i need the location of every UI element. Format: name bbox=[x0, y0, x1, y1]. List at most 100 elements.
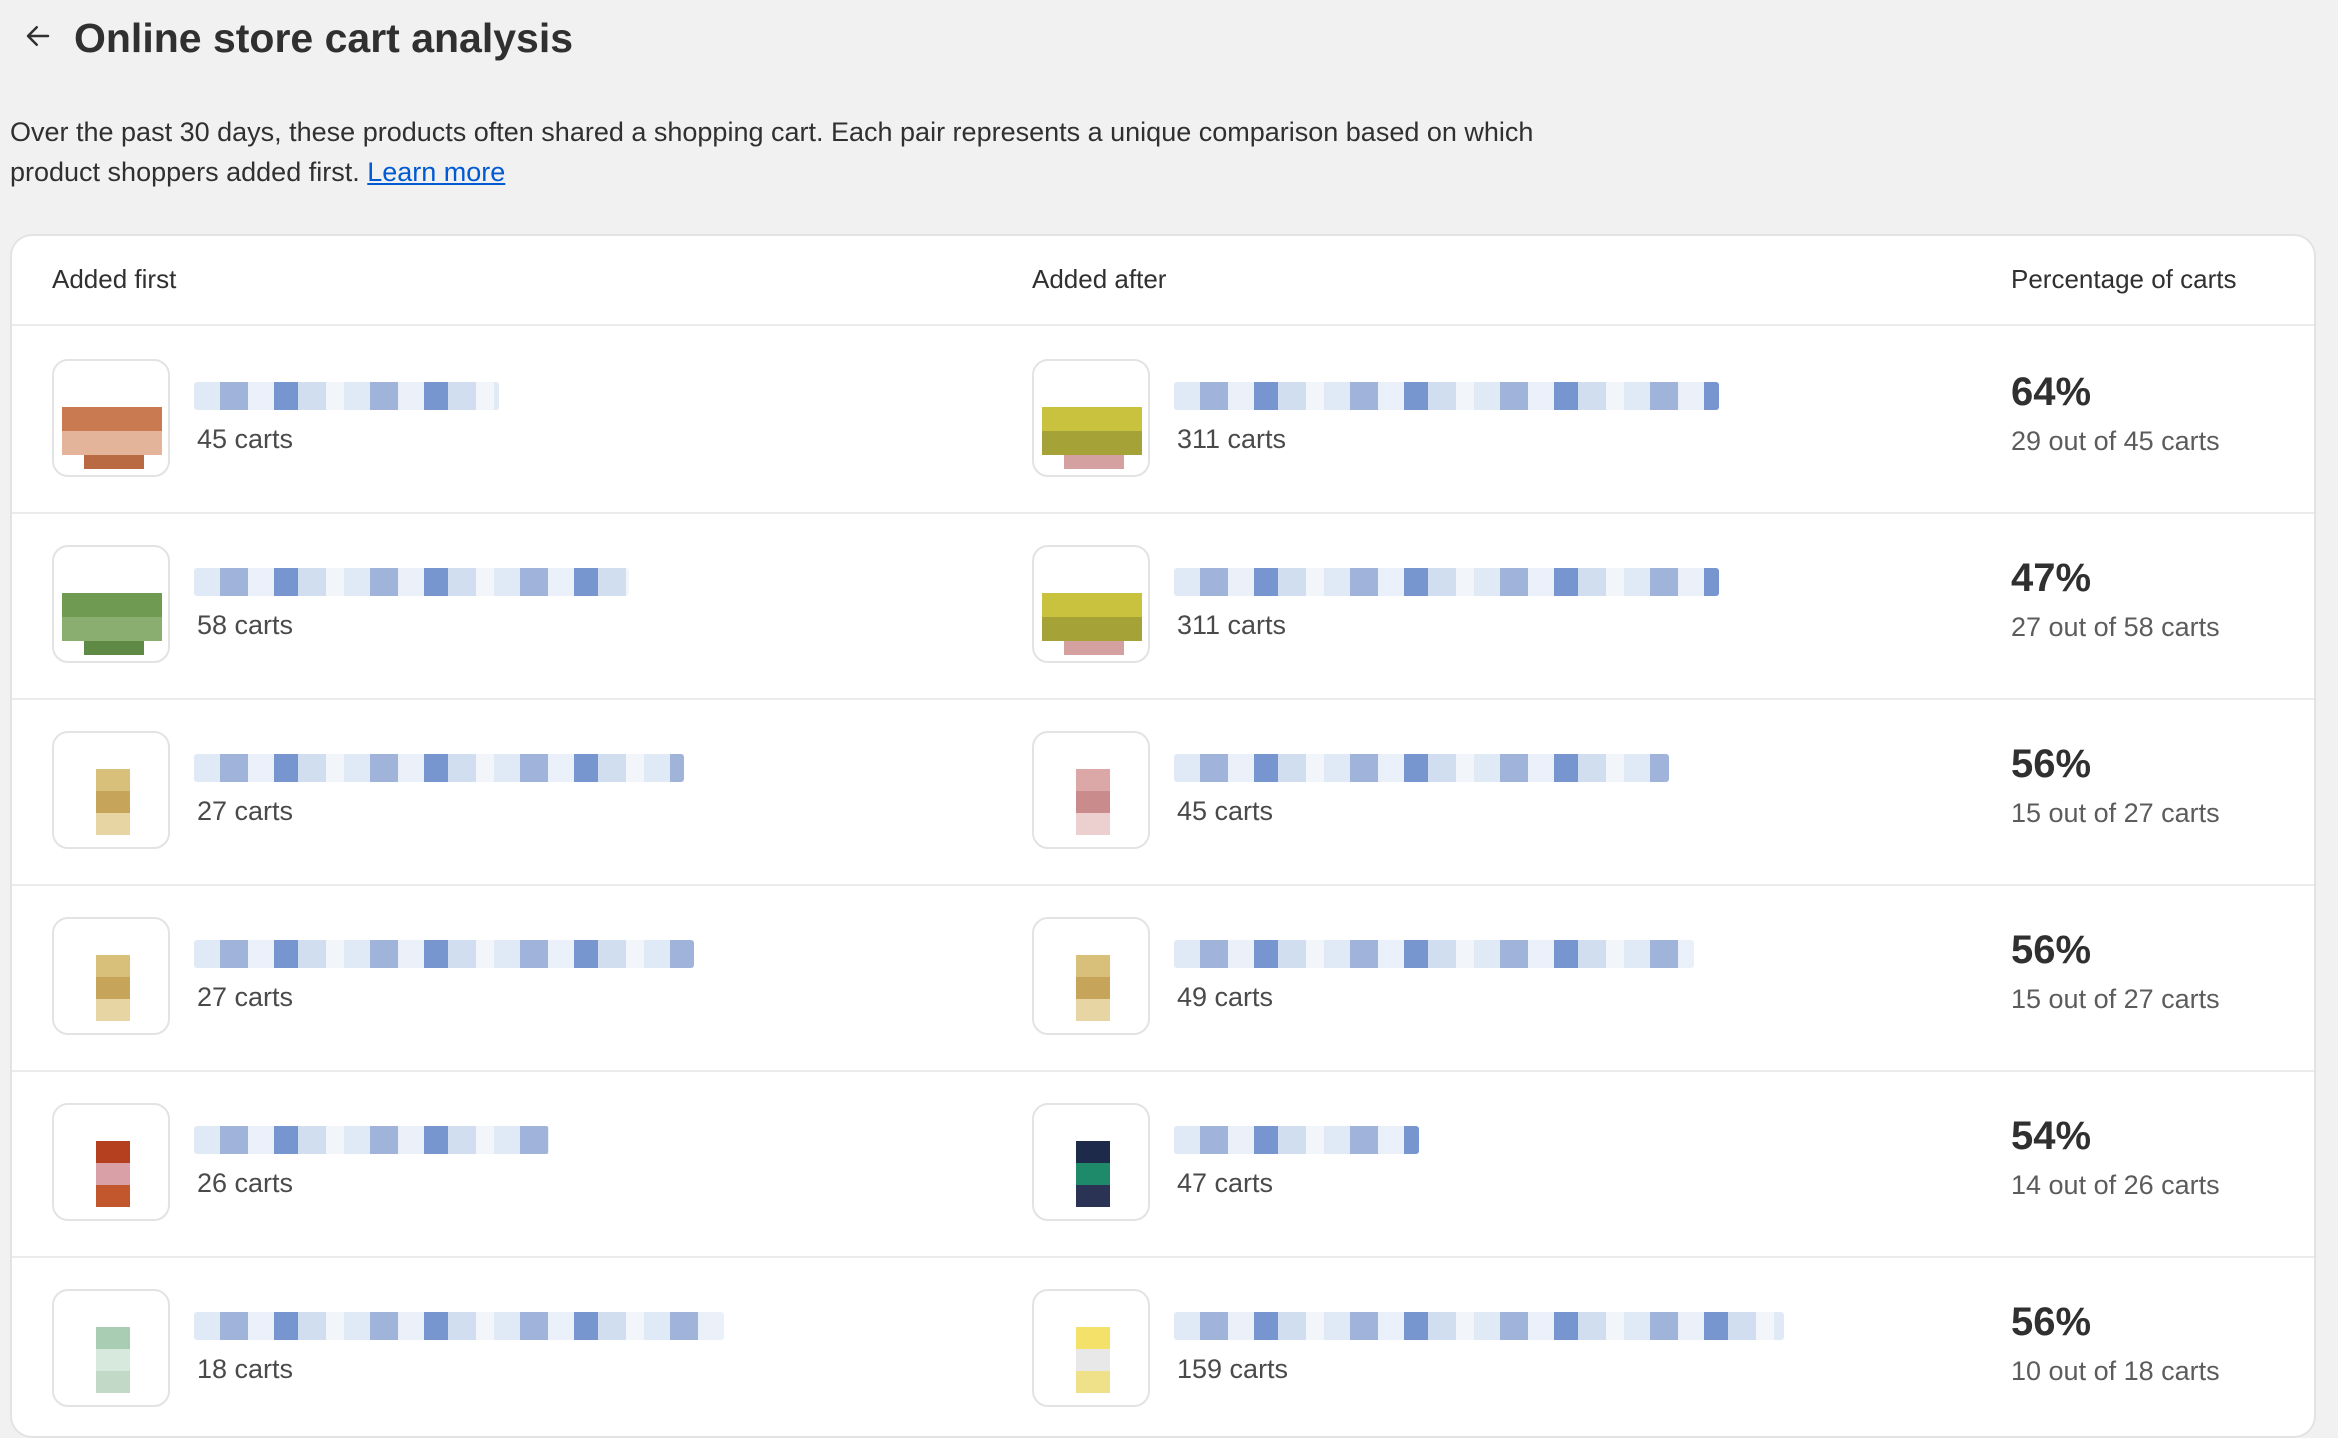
table-header: Added first Added after Percentage of ca… bbox=[12, 236, 2314, 326]
first-cart-count: 26 carts bbox=[197, 1168, 294, 1198]
first-product-image bbox=[52, 359, 170, 477]
percentage-value: 56% bbox=[2011, 928, 2092, 972]
first-product-name[interactable] bbox=[194, 1312, 724, 1340]
first-product-name[interactable] bbox=[194, 754, 684, 782]
first-product-image bbox=[52, 731, 170, 849]
image-pixel bbox=[62, 593, 162, 617]
percentage-value: 47% bbox=[2011, 556, 2092, 600]
image-pixel bbox=[96, 791, 130, 813]
table-row[interactable]: 27 carts 49 carts 56% 15 out of 27 carts bbox=[12, 884, 2314, 1072]
table-row[interactable]: 27 carts 45 carts 56% 15 out of 27 carts bbox=[12, 698, 2314, 886]
page-header: Online store cart analysis bbox=[0, 0, 2338, 80]
column-header-added-after: Added after bbox=[1032, 264, 1167, 294]
image-pixel bbox=[96, 1371, 130, 1393]
first-cart-count: 18 carts bbox=[197, 1354, 294, 1384]
after-product-image bbox=[1032, 359, 1150, 477]
after-cart-count: 49 carts bbox=[1177, 982, 1274, 1012]
percentage-value: 54% bbox=[2011, 1114, 2092, 1158]
image-pixel bbox=[84, 641, 144, 655]
image-pixel bbox=[1076, 1349, 1110, 1371]
after-product-image bbox=[1032, 1103, 1150, 1221]
back-button[interactable] bbox=[18, 16, 58, 56]
first-cart-count: 27 carts bbox=[197, 982, 294, 1012]
after-product-name[interactable] bbox=[1174, 940, 1694, 968]
first-cart-count: 45 carts bbox=[197, 424, 294, 454]
image-pixel bbox=[96, 813, 130, 835]
table-row[interactable]: 45 carts 311 carts 64% 29 out of 45 carts bbox=[12, 326, 2314, 514]
first-product-name[interactable] bbox=[194, 940, 694, 968]
page-description: Over the past 30 days, these products of… bbox=[10, 112, 1570, 192]
image-pixel bbox=[84, 455, 144, 469]
column-header-percentage: Percentage of carts bbox=[2011, 264, 2237, 294]
percentage-ratio: 29 out of 45 carts bbox=[2011, 426, 2220, 456]
first-product-image bbox=[52, 1103, 170, 1221]
image-pixel bbox=[96, 1327, 130, 1349]
image-pixel bbox=[1076, 1185, 1110, 1207]
percentage-value: 64% bbox=[2011, 370, 2092, 414]
percentage-ratio: 27 out of 58 carts bbox=[2011, 612, 2220, 642]
percentage-ratio: 10 out of 18 carts bbox=[2011, 1356, 2220, 1386]
image-pixel bbox=[1076, 1163, 1110, 1185]
after-product-name[interactable] bbox=[1174, 382, 1719, 410]
percentage-value: 56% bbox=[2011, 1300, 2092, 1344]
arrow-left-icon bbox=[26, 26, 50, 46]
image-pixel bbox=[1064, 641, 1124, 655]
column-header-added-first: Added first bbox=[52, 264, 177, 294]
percentage-ratio: 15 out of 27 carts bbox=[2011, 984, 2220, 1014]
image-pixel bbox=[1076, 1371, 1110, 1393]
first-product-image bbox=[52, 917, 170, 1035]
first-product-name[interactable] bbox=[194, 568, 629, 596]
cart-analysis-table: Added first Added after Percentage of ca… bbox=[10, 234, 2316, 1438]
image-pixel bbox=[1042, 593, 1142, 617]
page-title: Online store cart analysis bbox=[74, 15, 574, 61]
after-product-name[interactable] bbox=[1174, 1312, 1784, 1340]
after-cart-count: 45 carts bbox=[1177, 796, 1274, 826]
first-product-image bbox=[52, 545, 170, 663]
image-pixel bbox=[1076, 1141, 1110, 1163]
learn-more-link[interactable]: Learn more bbox=[367, 157, 505, 187]
first-cart-count: 27 carts bbox=[197, 796, 294, 826]
after-product-name[interactable] bbox=[1174, 568, 1719, 596]
first-product-name[interactable] bbox=[194, 382, 499, 410]
image-pixel bbox=[96, 1141, 130, 1163]
image-pixel bbox=[1042, 407, 1142, 431]
description-text: Over the past 30 days, these products of… bbox=[10, 117, 1534, 187]
image-pixel bbox=[1076, 977, 1110, 999]
image-pixel bbox=[1076, 955, 1110, 977]
first-cart-count: 58 carts bbox=[197, 610, 294, 640]
after-cart-count: 311 carts bbox=[1177, 424, 1287, 454]
image-pixel bbox=[1042, 617, 1142, 641]
first-product-image bbox=[52, 1289, 170, 1407]
table-row[interactable]: 58 carts 311 carts 47% 27 out of 58 carts bbox=[12, 512, 2314, 700]
after-product-image bbox=[1032, 1289, 1150, 1407]
table-row[interactable]: 18 carts 159 carts 56% 10 out of 18 carts bbox=[12, 1256, 2314, 1436]
after-product-name[interactable] bbox=[1174, 754, 1669, 782]
image-pixel bbox=[1042, 431, 1142, 455]
image-pixel bbox=[62, 407, 162, 431]
percentage-ratio: 15 out of 27 carts bbox=[2011, 798, 2220, 828]
image-pixel bbox=[1076, 999, 1110, 1021]
image-pixel bbox=[62, 617, 162, 641]
after-cart-count: 311 carts bbox=[1177, 610, 1287, 640]
after-product-name[interactable] bbox=[1174, 1126, 1419, 1154]
image-pixel bbox=[1064, 455, 1124, 469]
image-pixel bbox=[96, 955, 130, 977]
after-product-image bbox=[1032, 545, 1150, 663]
after-cart-count: 47 carts bbox=[1177, 1168, 1274, 1198]
after-product-image bbox=[1032, 917, 1150, 1035]
image-pixel bbox=[96, 1163, 130, 1185]
image-pixel bbox=[96, 1185, 130, 1207]
image-pixel bbox=[62, 431, 162, 455]
image-pixel bbox=[96, 1349, 130, 1371]
image-pixel bbox=[1076, 813, 1110, 835]
percentage-ratio: 14 out of 26 carts bbox=[2011, 1170, 2220, 1200]
image-pixel bbox=[96, 769, 130, 791]
image-pixel bbox=[1076, 791, 1110, 813]
first-product-name[interactable] bbox=[194, 1126, 549, 1154]
image-pixel bbox=[96, 977, 130, 999]
table-row[interactable]: 26 carts 47 carts 54% 14 out of 26 carts bbox=[12, 1070, 2314, 1258]
percentage-value: 56% bbox=[2011, 742, 2092, 786]
image-pixel bbox=[96, 999, 130, 1021]
after-cart-count: 159 carts bbox=[1177, 1354, 1289, 1384]
after-product-image bbox=[1032, 731, 1150, 849]
